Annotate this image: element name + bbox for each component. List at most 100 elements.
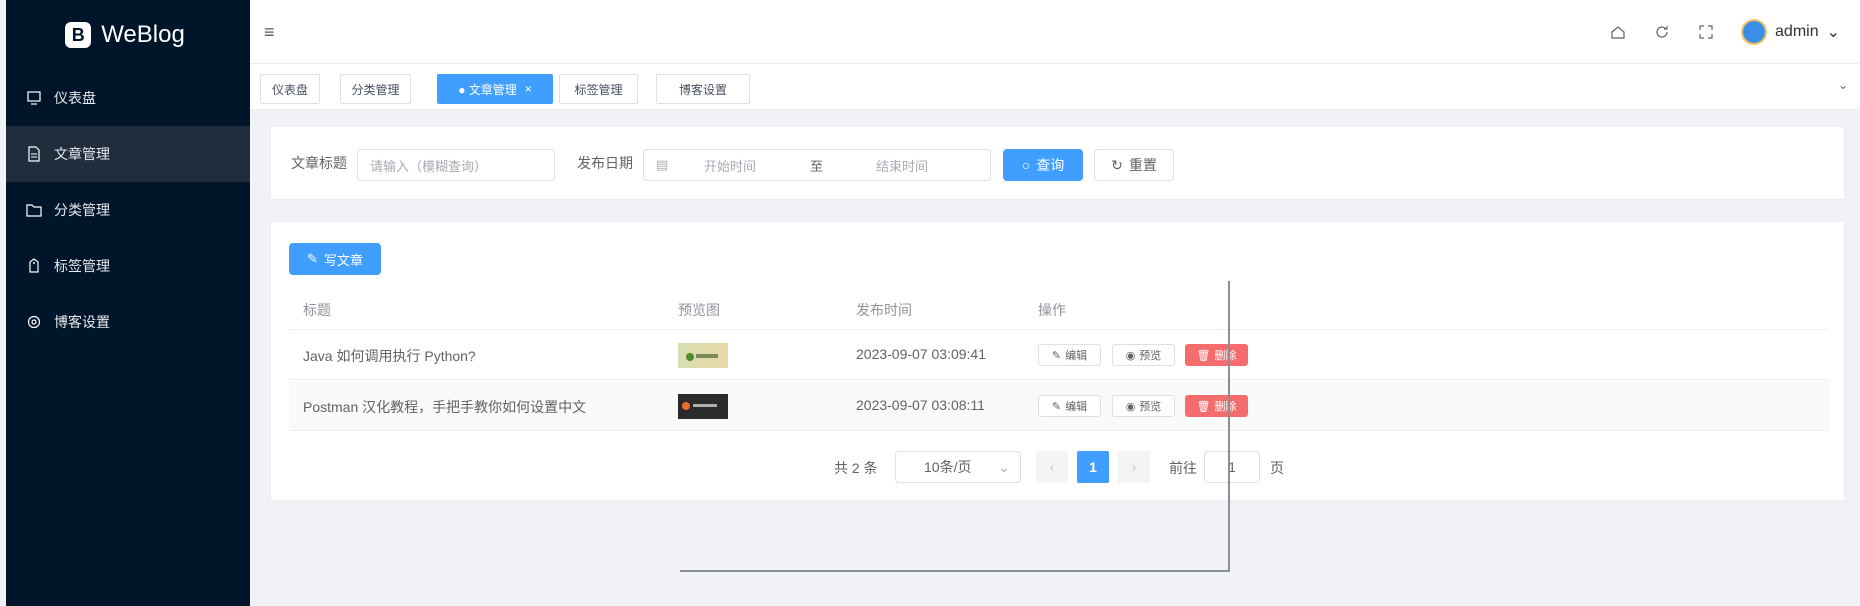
delete-label: 删除 <box>1214 401 1237 413</box>
article-title: Java 如何调用执行 Python? <box>303 348 476 364</box>
tab-label: 标签管理 <box>574 82 623 97</box>
sidebar-item-dashboard[interactable]: 仪表盘 <box>0 70 250 126</box>
app-logo[interactable]: B WeBlog <box>0 0 250 70</box>
edit-button[interactable]: ✎ 编辑 <box>1038 395 1101 417</box>
sidebar-item-categories[interactable]: 分类管理 <box>0 182 250 238</box>
preview-button[interactable]: ◉ 预览 <box>1112 344 1175 366</box>
sidebar-item-tags[interactable]: 标签管理 <box>0 238 250 294</box>
article-title: Postman 汉化教程，手把手教你如何设置中文 <box>303 399 587 415</box>
article-table-panel: ✎ 写文章 标题 预览图 发布时间 操作 Java 如何调用执行 Python?… <box>270 221 1845 501</box>
search-icon: ○ <box>1021 157 1031 173</box>
sidebar-item-settings[interactable]: 博客设置 <box>0 294 250 350</box>
folder-icon <box>26 202 42 218</box>
article-thumbnail <box>678 343 728 368</box>
trash-icon: 🗑 <box>1196 349 1211 362</box>
refresh-icon[interactable] <box>1653 23 1671 41</box>
eye-icon: ◉ <box>1125 349 1136 362</box>
goto-page-input[interactable]: 1 <box>1204 451 1260 483</box>
date-range-picker[interactable]: ▤ 开始时间 至 结束时间 <box>643 149 991 181</box>
edit-icon: ✎ <box>1051 349 1062 362</box>
sidebar-item-label: 分类管理 <box>54 202 110 218</box>
app-name: WeBlog <box>101 21 185 48</box>
tag-icon <box>26 258 42 274</box>
sidebar-item-articles[interactable]: 文章管理 <box>0 126 250 182</box>
refresh-icon: ↻ <box>1111 156 1123 173</box>
date-label: 发布日期 <box>577 155 633 171</box>
tab-categories[interactable]: 分类管理 <box>340 74 411 104</box>
column-header-published: 发布时间 <box>856 302 912 318</box>
article-thumbnail <box>678 394 728 419</box>
home-icon[interactable] <box>1609 23 1627 41</box>
tabs-bar: 仪表盘 分类管理 ● 文章管理 × 标签管理 博客设置 ⌄ <box>250 64 1860 110</box>
tab-label: 博客设置 <box>678 82 727 97</box>
trash-icon: 🗑 <box>1196 400 1211 413</box>
tab-dashboard[interactable]: 仪表盘 <box>260 74 320 104</box>
delete-button[interactable]: 🗑 删除 <box>1185 344 1248 366</box>
preview-button[interactable]: ◉ 预览 <box>1112 395 1175 417</box>
chevron-down-icon: ⌄ <box>998 458 1010 475</box>
table-row: Postman 汉化教程，手把手教你如何设置中文 2023-09-07 03:0… <box>289 381 1829 431</box>
column-header-actions: 操作 <box>1038 302 1066 318</box>
top-header: ≡ admin ⌄ <box>250 0 1860 64</box>
sidebar-item-label: 文章管理 <box>54 146 110 162</box>
close-icon[interactable]: × <box>525 82 532 96</box>
goto-label: 前往 <box>1169 460 1197 476</box>
sidebar: B WeBlog 仪表盘 文章管理 分类管理 标签管理 博客设置 <box>0 0 250 606</box>
title-search-input[interactable]: 请输入（模糊查询） <box>357 149 555 181</box>
monitor-icon <box>26 90 42 106</box>
tab-tags[interactable]: 标签管理 <box>559 74 638 104</box>
edit-button[interactable]: ✎ 编辑 <box>1038 344 1101 366</box>
tab-label: 仪表盘 <box>271 82 308 97</box>
column-header-title: 标题 <box>303 302 331 318</box>
tab-label: ● 文章管理 <box>458 82 517 97</box>
sidebar-item-label: 标签管理 <box>54 258 110 274</box>
title-label: 文章标题 <box>291 155 347 171</box>
query-button[interactable]: ○ 查询 <box>1003 149 1083 181</box>
overlay-horizontal-line <box>680 570 1230 572</box>
start-date-placeholder: 开始时间 <box>704 158 757 174</box>
delete-button[interactable]: 🗑 删除 <box>1185 395 1248 417</box>
tab-blog-settings[interactable]: 博客设置 <box>656 74 750 104</box>
write-article-button[interactable]: ✎ 写文章 <box>289 243 381 275</box>
edit-label: 编辑 <box>1065 401 1088 413</box>
reset-button-label: 重置 <box>1128 157 1157 173</box>
table-row: Java 如何调用执行 Python? 2023-09-07 03:09:41 … <box>289 330 1829 380</box>
chevron-down-icon: ⌄ <box>1826 24 1840 41</box>
fullscreen-icon[interactable] <box>1697 23 1715 41</box>
chevron-left-icon: ‹ <box>1049 459 1055 475</box>
delete-label: 删除 <box>1214 350 1237 362</box>
query-button-label: 查询 <box>1036 157 1065 173</box>
sidebar-item-label: 博客设置 <box>54 314 110 330</box>
column-header-preview: 预览图 <box>678 302 720 318</box>
pagination-total: 共 2 条 <box>834 460 878 476</box>
edit-label: 编辑 <box>1065 350 1088 362</box>
tab-articles[interactable]: ● 文章管理 × <box>437 74 553 104</box>
user-name: admin <box>1775 23 1819 40</box>
reset-button[interactable]: ↻ 重置 <box>1094 149 1174 181</box>
next-page-button[interactable]: › <box>1118 451 1150 483</box>
chevron-right-icon: › <box>1131 459 1137 475</box>
user-menu[interactable]: admin ⌄ <box>1741 19 1840 45</box>
page-size-value: 10条/页 <box>924 459 972 475</box>
published-time: 2023-09-07 03:08:11 <box>856 397 985 413</box>
tabs-dropdown-icon[interactable]: ⌄ <box>1838 78 1848 92</box>
eye-icon: ◉ <box>1125 400 1136 413</box>
end-date-placeholder: 结束时间 <box>876 158 929 174</box>
calendar-icon: ▤ <box>656 157 669 172</box>
write-article-label: 写文章 <box>323 252 363 268</box>
page-size-select[interactable]: 10条/页 ⌄ <box>895 451 1021 483</box>
preview-label: 预览 <box>1139 401 1162 413</box>
page-number-current[interactable]: 1 <box>1077 451 1109 483</box>
pen-icon: ✎ <box>307 251 318 266</box>
range-separator: 至 <box>810 158 824 174</box>
search-panel: 文章标题 请输入（模糊查询） 发布日期 ▤ 开始时间 至 结束时间 ○ 查询 ↻… <box>270 126 1845 200</box>
edit-icon: ✎ <box>1051 400 1062 413</box>
preview-label: 预览 <box>1139 350 1162 362</box>
published-time: 2023-09-07 03:09:41 <box>856 346 986 362</box>
menu-toggle-icon[interactable]: ≡ <box>264 22 275 43</box>
title-search-placeholder: 请输入（模糊查询） <box>370 158 488 174</box>
gear-icon <box>26 314 42 330</box>
page-suffix: 页 <box>1270 460 1284 476</box>
avatar <box>1741 19 1768 45</box>
prev-page-button[interactable]: ‹ <box>1036 451 1068 483</box>
